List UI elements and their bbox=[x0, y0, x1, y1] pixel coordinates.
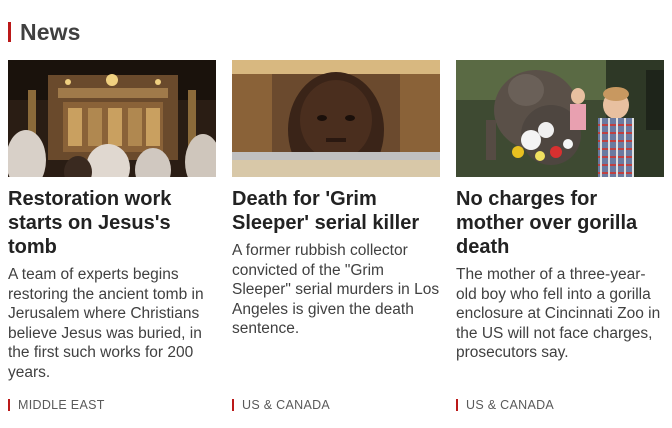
gorilla-statue-photo bbox=[456, 60, 664, 177]
story-image[interactable] bbox=[232, 60, 440, 177]
tomb-photo bbox=[8, 60, 216, 177]
story-tag-label: US & CANADA bbox=[466, 398, 555, 412]
story-headline[interactable]: Death for 'Grim Sleeper' serial killer bbox=[232, 187, 440, 235]
story-tag-label: US & CANADA bbox=[242, 398, 331, 412]
story-image[interactable] bbox=[8, 60, 216, 177]
story-card: Death for 'Grim Sleeper' serial killer A… bbox=[232, 60, 440, 339]
section-header: News bbox=[8, 18, 80, 46]
story-image[interactable] bbox=[456, 60, 664, 177]
story-headline[interactable]: Restoration work starts on Jesus's tomb bbox=[8, 187, 216, 259]
courtroom-photo bbox=[232, 60, 440, 177]
tag-accent-bar bbox=[456, 399, 458, 411]
story-card: Restoration work starts on Jesus's tomb … bbox=[8, 60, 216, 382]
story-card: No charges for mother over gorilla death… bbox=[456, 60, 664, 363]
story-tag-link[interactable]: US & CANADA bbox=[232, 398, 330, 412]
section-accent-bar bbox=[8, 22, 11, 42]
tag-accent-bar bbox=[232, 399, 234, 411]
story-tag-link[interactable]: US & CANADA bbox=[456, 398, 554, 412]
story-headline[interactable]: No charges for mother over gorilla death bbox=[456, 187, 664, 259]
story-summary: A former rubbish collector convicted of … bbox=[232, 242, 440, 337]
story-tag-link[interactable]: MIDDLE EAST bbox=[8, 398, 105, 412]
story-summary: A team of experts begins restoring the a… bbox=[8, 266, 204, 381]
tag-accent-bar bbox=[8, 399, 10, 411]
story-summary: The mother of a three-year-old boy who f… bbox=[456, 266, 661, 361]
story-tag-label: MIDDLE EAST bbox=[18, 398, 105, 412]
section-title[interactable]: News bbox=[20, 19, 80, 46]
